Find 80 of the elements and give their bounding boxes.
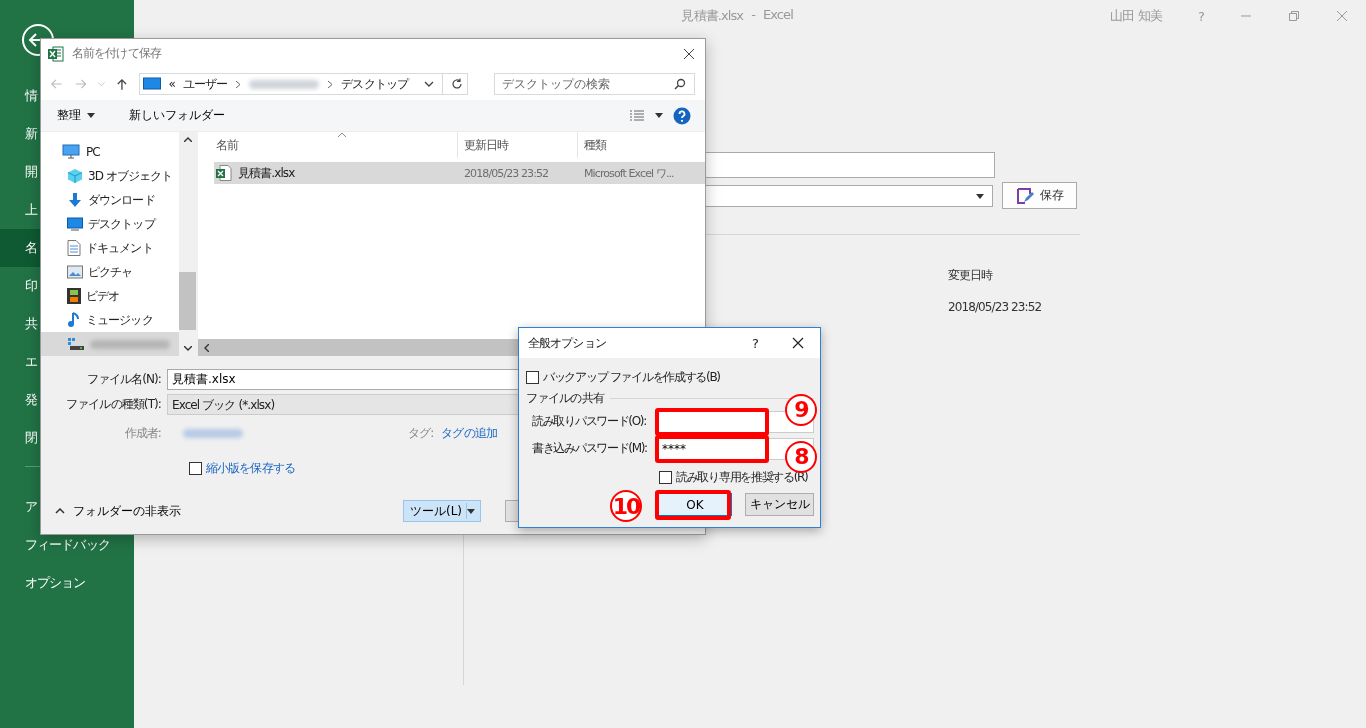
field-label: タグ: — [408, 425, 434, 442]
file-date: 2018/05/23 23:52 — [463, 166, 550, 180]
window-title: 見積書.xlsx — [681, 7, 744, 25]
tree-item[interactable]: ミュージック — [41, 308, 179, 332]
tools-button[interactable]: ツール(L) — [403, 500, 481, 522]
scroll-up-icon[interactable] — [183, 137, 192, 142]
field-label: 作成者: — [123, 425, 162, 442]
music-note-icon — [67, 312, 81, 328]
help-button[interactable]: ? — [752, 335, 758, 351]
cube-icon — [67, 168, 83, 184]
save-button[interactable]: 保存 — [1002, 182, 1077, 209]
column-header[interactable]: 名前 — [198, 132, 458, 158]
computer-icon — [62, 144, 80, 160]
breadcrumb-item[interactable]: ユーザー — [183, 75, 228, 93]
checkbox[interactable] — [526, 370, 539, 384]
checkbox-label[interactable]: 縮小版を保存する — [206, 460, 295, 477]
chevron-right-icon — [235, 79, 242, 89]
search-icon — [674, 78, 686, 90]
file-type: Microsoft Excel ワ... — [583, 165, 675, 181]
chevron-up-icon — [55, 508, 65, 514]
checkbox[interactable] — [659, 470, 672, 484]
chevron-right-icon — [327, 79, 334, 89]
caret-icon — [976, 193, 984, 199]
excel-file-icon — [216, 165, 232, 181]
close-icon[interactable] — [683, 47, 695, 60]
tree-item[interactable]: PC — [41, 140, 179, 164]
caret-icon — [87, 113, 95, 118]
column-header[interactable]: 種類 — [578, 132, 705, 158]
breadcrumb-item[interactable]: デスクトップ — [341, 75, 408, 93]
hide-folders-button[interactable]: フォルダーの非表示 — [55, 502, 181, 520]
step-number: 10 — [610, 490, 642, 522]
refresh-icon[interactable] — [451, 78, 463, 90]
monitor-icon — [142, 77, 161, 91]
close-icon[interactable] — [792, 337, 804, 349]
scroll-left-icon[interactable] — [204, 343, 209, 352]
field-label: ファイル名(N): — [85, 371, 162, 388]
new-folder-button[interactable]: 新しいフォルダー — [121, 103, 233, 128]
help-icon[interactable] — [673, 106, 691, 125]
scrollbar[interactable] — [179, 132, 196, 356]
caret-icon — [467, 508, 475, 514]
document-icon — [67, 240, 81, 256]
drive-icon — [67, 337, 85, 351]
title-separator: - — [751, 7, 755, 24]
column-header: 変更日時 — [948, 267, 993, 284]
tree-item[interactable]: デスクトップ — [41, 212, 179, 236]
sidebar-item[interactable]: オプション — [0, 564, 134, 602]
monitor-icon — [67, 217, 83, 231]
step-number: 9 — [785, 393, 817, 426]
column-header[interactable]: 更新日時 — [458, 132, 578, 158]
file-row[interactable]: 見積書.xlsx 2018/05/23 23:52 Microsoft Excel ワ... — [214, 162, 705, 184]
organize-button[interactable]: 整理 — [49, 103, 103, 128]
tree-item[interactable]: ピクチャ — [41, 260, 179, 284]
chevron-down-icon[interactable] — [424, 81, 434, 87]
tree-item[interactable]: 3D オブジェクト — [41, 164, 179, 188]
file-name: 見積書.xlsx — [238, 164, 295, 182]
field-label: ファイルの種類(T): — [65, 396, 162, 413]
scroll-down-icon[interactable] — [183, 346, 192, 351]
address-bar[interactable]: « ユーザー デスクトップ — [138, 73, 468, 95]
tree-item[interactable]: ダウンロード — [41, 188, 179, 212]
cancel-button[interactable]: キャンセル — [745, 493, 814, 516]
image-icon — [67, 265, 83, 279]
field-label: 書き込みパスワード(M): — [531, 440, 648, 457]
up-arrow-icon[interactable] — [116, 77, 127, 91]
tree-item[interactable]: ビデオ — [41, 284, 179, 308]
tree-item[interactable]: ドキュメント — [41, 236, 179, 260]
app-name: Excel — [762, 7, 793, 24]
dialog-title: 名前を付けて保存 — [72, 45, 161, 62]
blurred-text — [183, 429, 243, 438]
search-field[interactable]: デスクトップの検索 — [494, 73, 695, 95]
save-icon — [1015, 186, 1034, 205]
add-tag-link[interactable]: タグの追加 — [441, 425, 497, 442]
modified-date: 2018/05/23 23:52 — [948, 300, 1042, 314]
caret-icon[interactable] — [655, 113, 663, 118]
blurred-text — [249, 79, 320, 89]
field-label: 読み取りパスワード(O): — [531, 413, 647, 430]
film-icon — [67, 288, 81, 304]
dialog-title: 全般オプション — [528, 334, 606, 352]
checkbox[interactable] — [189, 462, 202, 475]
download-icon — [67, 192, 83, 208]
excel-icon — [48, 45, 64, 62]
